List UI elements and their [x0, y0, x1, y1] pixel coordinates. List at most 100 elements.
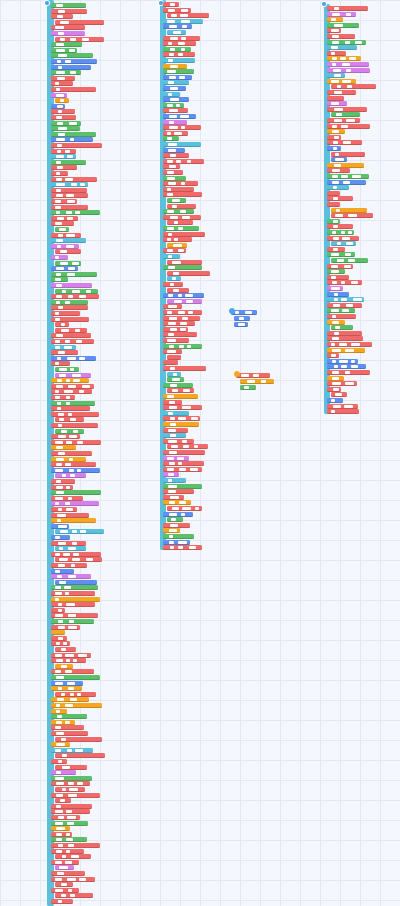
code-block[interactable] [51, 14, 73, 20]
block-input-slot[interactable] [67, 200, 75, 203]
code-block[interactable] [327, 218, 340, 224]
code-block[interactable] [51, 876, 95, 882]
block-input-slot[interactable] [167, 19, 175, 23]
code-block[interactable] [163, 265, 202, 271]
code-block[interactable] [51, 725, 84, 731]
block-input-slot[interactable] [177, 456, 184, 460]
code-block[interactable] [51, 563, 87, 568]
block-input-slot[interactable] [173, 31, 181, 34]
block-input-slot[interactable] [58, 132, 65, 136]
code-block[interactable] [51, 350, 78, 356]
block-input-slot[interactable] [79, 390, 84, 394]
block-input-slot[interactable] [56, 704, 60, 707]
code-block[interactable] [51, 221, 74, 227]
block-input-slot[interactable] [352, 175, 361, 178]
block-input-slot[interactable] [57, 216, 64, 220]
code-block[interactable] [51, 316, 89, 322]
block-input-slot[interactable] [58, 508, 62, 511]
block-input-slot[interactable] [67, 155, 73, 159]
block-input-slot[interactable] [58, 541, 66, 545]
block-input-slot[interactable] [55, 586, 61, 590]
code-block[interactable] [55, 798, 71, 804]
block-input-slot[interactable] [65, 720, 70, 724]
block-input-slot[interactable] [185, 294, 193, 298]
block-input-slot[interactable] [55, 821, 63, 825]
block-input-slot[interactable] [56, 295, 62, 299]
code-block[interactable] [51, 697, 89, 703]
block-input-slot[interactable] [56, 463, 62, 467]
block-input-slot[interactable] [59, 368, 67, 371]
block-input-slot[interactable] [68, 267, 75, 271]
block-input-slot[interactable] [66, 194, 74, 198]
floating-script-group-1[interactable] [229, 308, 235, 314]
block-input-slot[interactable] [168, 439, 177, 443]
code-block[interactable] [51, 619, 94, 624]
block-input-slot[interactable] [57, 149, 61, 153]
block-input-slot[interactable] [60, 20, 69, 24]
block-input-slot[interactable] [69, 468, 74, 472]
block-input-slot[interactable] [66, 401, 70, 405]
code-block[interactable] [51, 255, 68, 260]
code-block[interactable] [327, 235, 359, 241]
code-block[interactable] [167, 371, 181, 377]
block-input-slot[interactable] [346, 303, 353, 307]
block-input-slot[interactable] [173, 243, 182, 247]
block-input-slot[interactable] [170, 523, 178, 527]
code-block[interactable] [327, 252, 355, 258]
block-input-slot[interactable] [332, 371, 339, 374]
block-input-slot[interactable] [69, 121, 77, 125]
block-input-slot[interactable] [168, 182, 176, 186]
block-input-slot[interactable] [65, 704, 73, 707]
block-input-slot[interactable] [168, 143, 177, 146]
block-input-slot[interactable] [56, 743, 65, 747]
block-input-slot[interactable] [56, 334, 63, 338]
block-input-slot[interactable] [69, 457, 73, 461]
block-input-slot[interactable] [174, 299, 182, 303]
block-input-slot[interactable] [169, 75, 176, 79]
block-input-slot[interactable] [247, 380, 255, 383]
block-input-slot[interactable] [61, 648, 66, 651]
block-input-slot[interactable] [56, 491, 64, 495]
code-block[interactable] [51, 355, 96, 361]
block-input-slot[interactable] [339, 359, 348, 363]
block-input-slot[interactable] [56, 267, 64, 271]
block-input-slot[interactable] [82, 37, 89, 41]
block-input-slot[interactable] [332, 180, 339, 184]
block-input-slot[interactable] [66, 508, 73, 511]
code-block[interactable] [327, 319, 345, 325]
code-block[interactable] [51, 294, 99, 300]
block-input-slot[interactable] [169, 165, 176, 169]
block-input-slot[interactable] [174, 238, 178, 242]
block-input-slot[interactable] [181, 182, 185, 186]
block-input-slot[interactable] [58, 32, 64, 35]
block-input-slot[interactable] [169, 316, 177, 320]
code-block[interactable] [51, 215, 78, 221]
block-input-slot[interactable] [343, 141, 351, 145]
block-input-slot[interactable] [333, 225, 338, 229]
block-input-slot[interactable] [61, 664, 67, 668]
code-block[interactable] [327, 370, 370, 375]
code-block[interactable] [55, 579, 97, 585]
block-input-slot[interactable] [334, 135, 339, 139]
block-input-slot[interactable] [334, 74, 341, 78]
code-block[interactable] [167, 276, 181, 282]
code-block[interactable] [163, 125, 201, 131]
block-input-slot[interactable] [57, 76, 65, 80]
code-block[interactable] [51, 395, 75, 400]
block-input-slot[interactable] [57, 379, 62, 383]
block-input-slot[interactable] [332, 281, 337, 285]
code-block[interactable] [327, 342, 372, 347]
code-block[interactable] [51, 596, 100, 602]
code-block[interactable] [51, 115, 76, 120]
block-input-slot[interactable] [172, 204, 177, 208]
block-input-slot[interactable] [56, 446, 63, 450]
code-block[interactable] [327, 62, 369, 67]
code-block[interactable] [51, 451, 92, 456]
code-block[interactable] [163, 528, 180, 534]
block-input-slot[interactable] [68, 496, 72, 500]
code-block[interactable] [51, 899, 73, 904]
block-input-slot[interactable] [58, 636, 63, 640]
code-block[interactable] [327, 162, 364, 168]
block-input-slot[interactable] [62, 765, 70, 769]
code-block[interactable] [55, 327, 87, 333]
